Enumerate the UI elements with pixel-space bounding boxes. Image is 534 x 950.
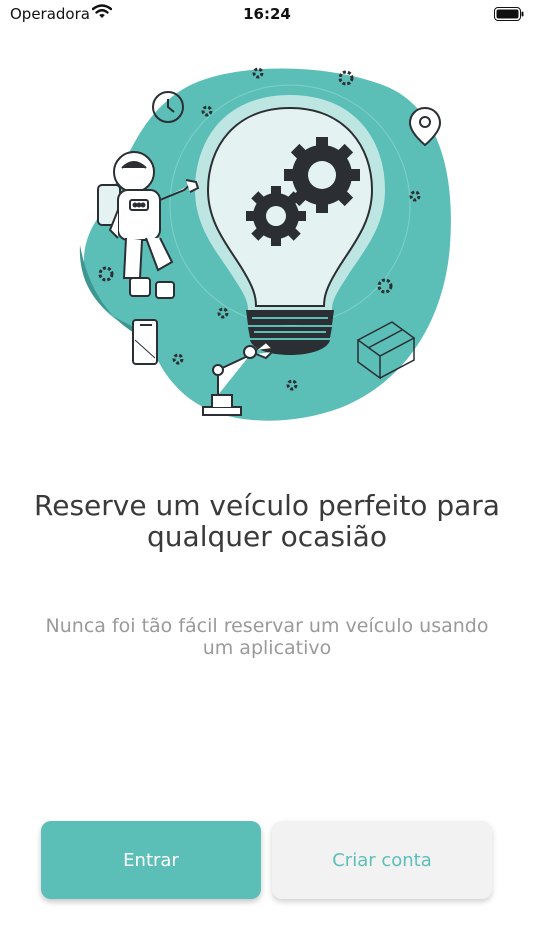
signup-button[interactable]: Criar conta <box>272 821 492 899</box>
page-subtitle: Nunca foi tão fácil reservar um veículo … <box>45 615 489 659</box>
login-button[interactable]: Entrar <box>41 821 261 899</box>
phone-icon <box>132 319 158 365</box>
clock-time: 16:24 <box>243 5 291 23</box>
page-title: Reserve um veículo perfeito para qualque… <box>34 489 500 553</box>
gear-icon <box>246 186 306 246</box>
status-bar: Operadora 16:24 <box>0 0 534 30</box>
battery-icon <box>494 6 524 25</box>
hero-illustration <box>0 40 534 440</box>
